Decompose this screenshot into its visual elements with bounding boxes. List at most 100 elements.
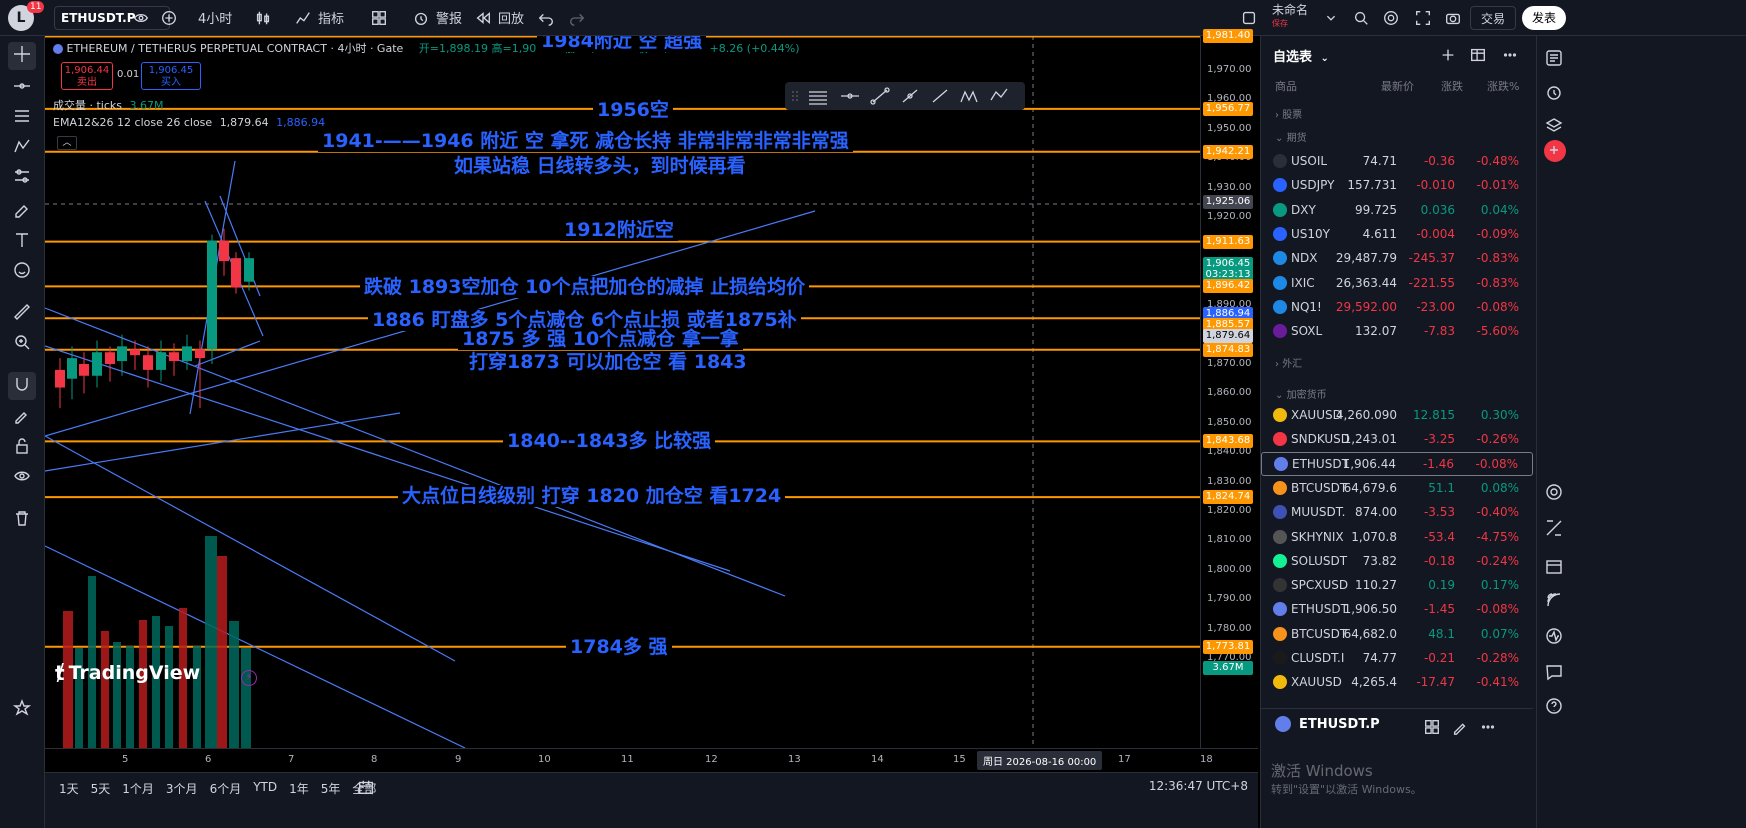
target-icon[interactable] [1544, 482, 1566, 504]
watchlist-row[interactable]: NQ1! 29,592.00 -23.00 -0.08% [1261, 295, 1533, 319]
col-pct[interactable]: 涨跌% [1487, 78, 1519, 94]
buy-button[interactable]: 1,906.45 买入 [141, 62, 201, 90]
help-icon[interactable] [1544, 696, 1566, 718]
watchlist-row[interactable]: XAUUSD 4,260.090 12.815 0.30% [1261, 403, 1533, 427]
watchlist-row[interactable]: SOXL 132.07 -7.83 -5.60% [1261, 319, 1533, 343]
watchlist-row[interactable]: SNDKUSD 1,243.01 -3.25 -0.26% [1261, 427, 1533, 451]
more-dots-icon[interactable] [1477, 716, 1499, 738]
layout-name-button[interactable]: 未命名 保存 [1272, 3, 1308, 31]
quick-search-icon[interactable] [1350, 7, 1372, 29]
alerts-icon[interactable] [1544, 82, 1566, 104]
symbol-search-button[interactable]: ETHUSDT.P [54, 6, 170, 30]
section-stocks[interactable]: › 股票 [1275, 106, 1302, 121]
text-tool[interactable] [8, 228, 36, 256]
templates-icon[interactable] [368, 7, 390, 29]
replay-button[interactable]: 回放 [464, 0, 532, 36]
pulse-icon[interactable] [1544, 626, 1566, 648]
crosshair-tool[interactable] [8, 42, 36, 70]
signal-icon[interactable] [1544, 590, 1566, 612]
watchlist-row[interactable]: CLUSDT.I 74.77 -0.21 -0.28% [1261, 646, 1533, 670]
range-button[interactable]: 5天 [85, 777, 117, 800]
sell-button[interactable]: 1,906.44 卖出 [61, 62, 113, 90]
chart-annotation[interactable]: 1840--1843多 比较强 [503, 430, 716, 452]
watchlist-title-button[interactable]: 自选表 ⌄ [1273, 46, 1329, 65]
pattern-tool[interactable] [8, 134, 36, 162]
range-button[interactable]: 1个月 [116, 777, 160, 800]
watchlist-row[interactable]: ETHUSDT 1,906.50 -1.45 -0.08% [1261, 597, 1533, 621]
chart-annotation[interactable]: 1941-——1946 附近 空 拿死 减仓长持 非常非常非常非常强 [318, 130, 853, 152]
section-forex[interactable]: › 外汇 [1275, 355, 1302, 370]
price-axis[interactable]: 1,970.001,960.001,950.001,940.001,930.00… [1200, 29, 1258, 748]
watchlist-row[interactable]: USOIL 74.71 -0.36 -0.48% [1261, 149, 1533, 173]
watchlist-row[interactable]: XAUUSD 4,265.4 -17.47 -0.41% [1261, 670, 1533, 694]
dom-icon[interactable] [1544, 518, 1566, 540]
watchlist-row[interactable]: ETHUSDT 1,906.44 -1.46 -0.08% [1261, 451, 1533, 476]
section-crypto[interactable]: ⌄ 加密货币 [1275, 386, 1327, 401]
hide-tool[interactable] [8, 464, 36, 492]
alert-button[interactable]: 警报 [402, 0, 470, 36]
range-button[interactable]: 1天 [53, 777, 85, 800]
compare-icon[interactable] [130, 7, 152, 29]
collapse-legend-button[interactable]: ︿ [57, 136, 77, 150]
settings-icon[interactable] [1380, 7, 1402, 29]
watchlist-row[interactable]: MUUSDT. 874.00 -3.53 -0.40% [1261, 500, 1533, 524]
interval-button[interactable]: 4小时 [190, 0, 240, 36]
undo-icon[interactable] [535, 7, 557, 29]
time-axis[interactable]: 5 6 7 8 9 10 11 12 13 14 15 17 18 周日 2026-08-16 00:00 [45, 748, 1258, 772]
calendar-icon[interactable] [1544, 556, 1566, 578]
indicators-button[interactable]: 指标 [284, 0, 352, 36]
chart-annotation[interactable]: 1984附近 空 超强 [537, 36, 707, 52]
watchlist-row[interactable]: USDJPY 157.731 -0.010 -0.01% [1261, 173, 1533, 197]
watchlist-row[interactable]: IXIC 26,363.44 -221.55 -0.83% [1261, 271, 1533, 295]
detail-symbol[interactable]: ETHUSDT.P [1275, 716, 1380, 732]
ideas-icon[interactable] [1544, 140, 1566, 162]
trade-button[interactable]: 交易 [1470, 6, 1517, 30]
watchlist-icon[interactable] [1544, 48, 1566, 70]
chart-pane[interactable]: ETHEREUM / TETHERUS PERPETUAL CONTRACT ·… [45, 36, 1200, 748]
watchlist-row[interactable]: SOLUSDT 73.82 -0.18 -0.24% [1261, 549, 1533, 573]
section-futures[interactable]: ⌄ 期货 [1275, 129, 1307, 144]
range-button[interactable]: 5年 [315, 777, 347, 800]
chart-annotation[interactable]: 1912附近空 [560, 219, 678, 241]
floating-drawing-toolbar[interactable] [785, 82, 1025, 110]
chart-annotation[interactable]: 大点位日线级别 打穿 1820 加仓空 看1724 [398, 485, 786, 507]
watchlist-row[interactable]: SKHYNIX 1,070.8 -53.4 -4.75% [1261, 525, 1533, 549]
chat-icon[interactable] [1544, 662, 1566, 684]
range-button[interactable]: 6个月 [204, 777, 248, 800]
watchlist-row[interactable]: BTCUSDT 64,679.6 51.1 0.08% [1261, 476, 1533, 500]
chart-annotation[interactable]: 1956空 [593, 99, 673, 121]
chart-annotation[interactable]: 1875 多 强 10个点减仓 拿一拿 [458, 328, 743, 350]
ruler-tool[interactable] [8, 300, 36, 328]
trendline-tool[interactable] [8, 74, 36, 102]
watchlist-row[interactable]: SPCXUSD 110.27 0.19 0.17% [1261, 573, 1533, 597]
col-change[interactable]: 涨跌 [1441, 78, 1463, 94]
more-icon[interactable] [1499, 44, 1521, 66]
lightning-icon[interactable]: ⚡ [241, 670, 257, 686]
magnet-tool[interactable] [8, 372, 36, 400]
grid-icon[interactable] [1421, 716, 1443, 738]
emoji-tool[interactable] [8, 258, 36, 286]
add-symbol-plus-icon[interactable] [1437, 44, 1459, 66]
add-symbol-icon[interactable] [158, 7, 180, 29]
candle-type-icon[interactable] [252, 7, 274, 29]
chart-annotation[interactable]: 1784多 强 [566, 636, 672, 658]
fib-tool[interactable] [8, 104, 36, 132]
range-button[interactable]: YTD [247, 777, 283, 800]
redo-icon[interactable] [566, 7, 588, 29]
chart-annotation[interactable]: 跌破 1893空加仓 10个点把加仓的减掉 止损给均价 [360, 276, 810, 298]
watchlist-row[interactable]: BTCUSDT 64,682.0 48.1 0.07% [1261, 622, 1533, 646]
utc-clock[interactable]: 12:36:47 UTC+8 [1149, 779, 1248, 793]
brush-tool[interactable] [8, 196, 36, 224]
watchlist-row[interactable]: US10Y 4.611 -0.004 -0.09% [1261, 222, 1533, 246]
watchlist-row[interactable]: NDX 29,487.79 -245.37 -0.83% [1261, 246, 1533, 270]
watchlist-row[interactable]: DXY 99.725 0.036 0.04% [1261, 198, 1533, 222]
lock-draw-tool[interactable] [8, 404, 36, 432]
chart-annotation[interactable]: 打穿1873 可以加仓空 看 1843 [465, 351, 751, 373]
table-view-icon[interactable] [1467, 44, 1489, 66]
favorites-tool[interactable] [8, 696, 36, 724]
publish-button[interactable]: 发表 [1522, 6, 1567, 30]
edit-icon[interactable] [1449, 716, 1471, 738]
lock-tool[interactable] [8, 434, 36, 462]
delete-tool[interactable] [8, 506, 36, 534]
fullscreen-icon[interactable] [1412, 7, 1434, 29]
